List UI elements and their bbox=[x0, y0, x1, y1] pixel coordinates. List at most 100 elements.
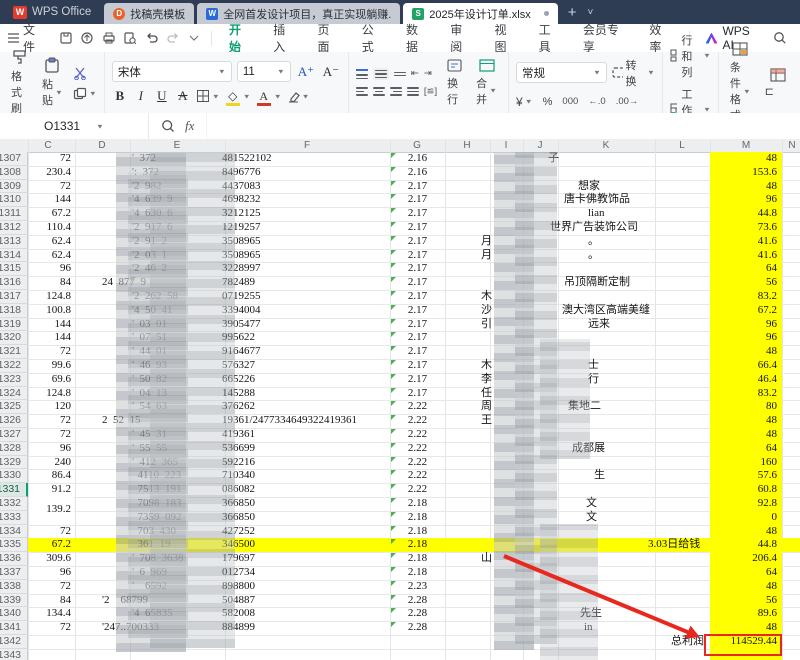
cell-c[interactable]: 72 bbox=[28, 345, 71, 359]
cell-g[interactable]: 2.18 bbox=[390, 566, 445, 580]
italic-button[interactable]: I bbox=[133, 88, 149, 104]
row-header-1340[interactable]: 1340 bbox=[0, 607, 28, 621]
strikethrough-button[interactable]: A bbox=[175, 88, 191, 104]
spreadsheet-grid[interactable]: CDEFGHIJKLMN130772' 3724815221022.16子481… bbox=[0, 139, 800, 660]
cell-m[interactable]: 57.6 bbox=[710, 469, 777, 483]
cell-g[interactable]: 2.18 bbox=[390, 525, 445, 539]
copy-icon[interactable] bbox=[73, 87, 87, 100]
increase-font-button[interactable]: A⁺ bbox=[296, 64, 316, 80]
cell-m[interactable]: 44.8 bbox=[710, 538, 777, 552]
undo-button[interactable] bbox=[142, 29, 161, 48]
cell-c[interactable]: 144 bbox=[28, 331, 71, 345]
number-format-select[interactable]: 常规▼ bbox=[516, 62, 607, 83]
cell-m[interactable]: 96 bbox=[710, 331, 777, 345]
cell-g[interactable]: 2.22 bbox=[390, 469, 445, 483]
cell-g[interactable]: 2.17 bbox=[390, 180, 445, 194]
cell-c[interactable]: 144 bbox=[28, 193, 71, 207]
percent-button[interactable]: % bbox=[543, 96, 553, 108]
cell-c[interactable]: 144 bbox=[28, 318, 71, 332]
column-header-H[interactable]: H bbox=[463, 139, 470, 152]
cell-c[interactable]: 96 bbox=[28, 442, 71, 456]
cell-m[interactable]: 96 bbox=[710, 318, 777, 332]
cell-c[interactable]: 62.4 bbox=[28, 249, 71, 263]
align-left-button[interactable] bbox=[356, 87, 368, 95]
row-header-1332[interactable]: 1332 bbox=[0, 497, 28, 511]
cell-c[interactable]: 84 bbox=[28, 276, 71, 290]
cell-c[interactable]: 110.4 bbox=[28, 221, 71, 235]
print-preview-button[interactable] bbox=[120, 29, 139, 48]
cell-m[interactable]: 67.2 bbox=[710, 304, 777, 318]
convert-button[interactable]: 转换▼ bbox=[612, 57, 655, 89]
align-bottom-button[interactable] bbox=[394, 72, 406, 77]
column-header-I[interactable]: I bbox=[505, 139, 508, 152]
row-header-1323[interactable]: 1323 bbox=[0, 373, 28, 387]
merge-cells-button[interactable]: 合并▼ bbox=[472, 57, 501, 109]
cell-k[interactable]: 生 bbox=[594, 469, 605, 483]
thousands-separator-button[interactable]: 000 bbox=[562, 96, 578, 107]
cell-g[interactable]: 2.17 bbox=[390, 318, 445, 332]
cell-k[interactable]: 世界广告装饰公司 bbox=[550, 221, 638, 235]
decrease-indent-button[interactable]: ⇤ bbox=[411, 68, 419, 79]
cell-c[interactable]: 72 bbox=[28, 414, 71, 428]
cell-c[interactable]: 72 bbox=[28, 525, 71, 539]
cell-k[interactable]: 。 bbox=[588, 235, 599, 249]
column-header-M[interactable]: M bbox=[742, 139, 750, 152]
cell-m[interactable]: 60.8 bbox=[710, 483, 777, 497]
magnifier-icon[interactable] bbox=[161, 119, 175, 133]
font-color-button[interactable]: A▼ bbox=[256, 89, 282, 104]
cell-g[interactable]: 2.17 bbox=[390, 221, 445, 235]
cell-g[interactable]: 2.18 bbox=[390, 497, 445, 511]
cell-m[interactable]: 41.6 bbox=[710, 249, 777, 263]
name-box[interactable]: O1331 ▼ bbox=[0, 113, 149, 139]
fill-color-button[interactable]: ◇▼ bbox=[225, 89, 251, 104]
row-header-1342[interactable]: 1342 bbox=[0, 635, 28, 649]
cell-m[interactable]: 0 bbox=[710, 511, 777, 525]
row-header-1333[interactable]: 1333 bbox=[0, 511, 28, 525]
justify-button[interactable] bbox=[407, 87, 419, 95]
cell-g[interactable]: 2.17 bbox=[390, 235, 445, 249]
cell-m[interactable]: 56 bbox=[710, 594, 777, 608]
cell-k[interactable]: 澳大湾区高端美缝 bbox=[562, 304, 650, 318]
cell-m[interactable]: 48 bbox=[710, 525, 777, 539]
cell-c[interactable]: 96 bbox=[28, 566, 71, 580]
cell-c[interactable]: 120 bbox=[28, 400, 71, 414]
clear-format-button[interactable]: ▼ bbox=[287, 90, 310, 103]
cell-m[interactable]: 48 bbox=[710, 428, 777, 442]
cell-l-note[interactable]: 3.03日给钱 bbox=[648, 538, 700, 552]
underline-button[interactable]: U bbox=[154, 88, 170, 104]
cell-g[interactable]: 2.17 bbox=[390, 304, 445, 318]
row-header-1343[interactable]: 1343 bbox=[0, 649, 28, 660]
column-header-F[interactable]: F bbox=[304, 139, 310, 152]
row-header-1327[interactable]: 1327 bbox=[0, 428, 28, 442]
cell-c[interactable]: 84 bbox=[28, 594, 71, 608]
cell-m[interactable]: 80 bbox=[710, 400, 777, 414]
cell-g[interactable]: 2.28 bbox=[390, 607, 445, 621]
decrease-font-button[interactable]: A⁻ bbox=[321, 64, 341, 80]
cell-m[interactable]: 206.4 bbox=[710, 552, 777, 566]
cell-c[interactable]: 230.4 bbox=[28, 166, 71, 180]
cell-k[interactable]: 想家 bbox=[578, 180, 600, 194]
cell-m[interactable]: 92.8 bbox=[710, 497, 777, 511]
search-button[interactable] bbox=[771, 29, 790, 48]
borders-button[interactable]: ▼ bbox=[196, 89, 220, 103]
cell-c[interactable]: 91.2 bbox=[28, 483, 71, 497]
cell-m[interactable]: 48 bbox=[710, 621, 777, 635]
cell-g[interactable]: 2.17 bbox=[390, 262, 445, 276]
row-header-1339[interactable]: 1339 bbox=[0, 594, 28, 608]
more-commands-chevron-icon[interactable] bbox=[185, 29, 204, 48]
wrap-text-button[interactable]: 换行 bbox=[443, 57, 466, 109]
cell-m[interactable]: 64 bbox=[710, 262, 777, 276]
cell-m[interactable]: 48 bbox=[710, 180, 777, 194]
cell-g[interactable]: 2.22 bbox=[390, 456, 445, 470]
column-header-D[interactable]: D bbox=[98, 139, 105, 152]
redo-button[interactable] bbox=[163, 29, 182, 48]
cell-m[interactable]: 153.6 bbox=[710, 166, 777, 180]
cell-g[interactable]: 2.17 bbox=[390, 345, 445, 359]
cell-g[interactable]: 2.17 bbox=[390, 249, 445, 263]
cell-c[interactable]: 124.8 bbox=[28, 387, 71, 401]
cell-c[interactable]: 309.6 bbox=[28, 552, 71, 566]
align-center-button[interactable] bbox=[373, 87, 385, 95]
column-header-N[interactable]: N bbox=[788, 139, 795, 152]
cell-g[interactable]: 2.22 bbox=[390, 400, 445, 414]
row-header-1329[interactable]: 1329 bbox=[0, 456, 28, 470]
